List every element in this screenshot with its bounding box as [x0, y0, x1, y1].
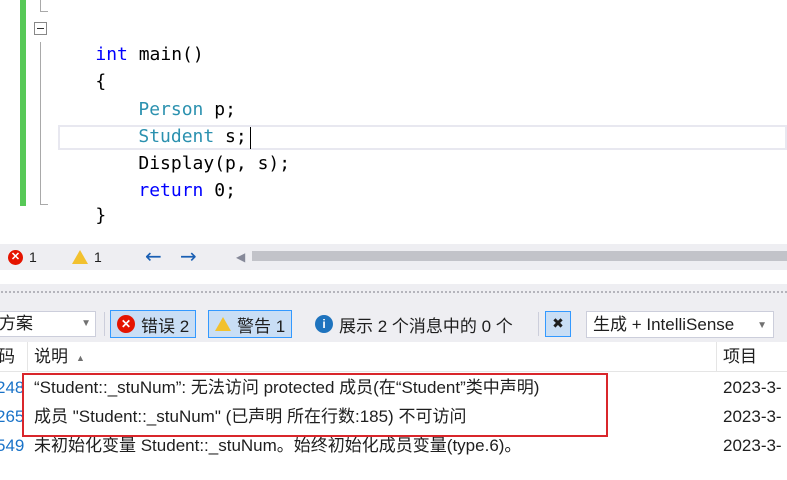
error-project: 2023-3-	[723, 378, 782, 397]
text-caret	[250, 127, 251, 149]
warning-count: 1	[94, 249, 102, 265]
scrollbar-thumb[interactable]	[252, 251, 787, 261]
code-line-main[interactable]: int main()	[52, 16, 203, 65]
chevron-down-icon: ▼	[81, 318, 91, 329]
column-header-description[interactable]: 说明 ▲	[34, 342, 85, 372]
change-tracking-bar	[20, 0, 26, 206]
warning-count-indicator[interactable]: 1	[72, 248, 102, 266]
error-circle-icon: ✕	[8, 249, 23, 265]
messages-label: 展示 2 个消息中的 0 个	[339, 316, 513, 336]
error-count: 1	[29, 249, 37, 265]
code-text: }	[95, 205, 107, 226]
scope-value: 方案	[0, 314, 33, 333]
keyword-return: return	[138, 180, 204, 201]
info-circle-icon: i	[315, 315, 333, 333]
collapse-toggle-icon[interactable]	[34, 22, 47, 35]
outline-guide-top-end	[40, 11, 48, 12]
code-editor[interactable]: int main() { Person p; Student s; Displa…	[0, 0, 787, 240]
navigate-back-icon[interactable]: ←	[145, 246, 162, 266]
annotation-highlight-box	[22, 373, 608, 437]
code-line-student[interactable]: Student s;	[95, 98, 246, 147]
warning-triangle-icon	[72, 250, 88, 264]
outline-guide-end	[40, 204, 48, 205]
outline-guide	[40, 42, 41, 205]
header-description-label: 说明	[34, 347, 68, 366]
error-count-indicator[interactable]: ✕ 1	[8, 248, 37, 266]
chevron-down-icon: ▼	[757, 320, 767, 331]
error-list-toolbar: 方案 ▼ ✕ 错误 2 警告 1 i 展示 2 个消息中的 0 个 ✖︎ 生成 …	[0, 300, 787, 342]
errors-filter-button[interactable]: ✕ 错误 2	[110, 310, 197, 338]
header-code-label: 码	[0, 347, 15, 366]
column-separator[interactable]	[27, 342, 28, 372]
code-line-close-brace[interactable]: }	[52, 177, 106, 226]
errors-label: 错误 2	[141, 316, 190, 336]
source-value: 生成 + IntelliSense	[593, 315, 735, 334]
code-line-person[interactable]: Person p;	[95, 71, 236, 120]
code-line-return[interactable]: return 0;	[95, 152, 236, 201]
table-header: 码 说明 ▲ 项目	[0, 342, 787, 372]
header-project-label: 项目	[723, 347, 757, 366]
scope-dropdown[interactable]: 方案 ▼	[0, 311, 96, 337]
messages-filter-button[interactable]: i 展示 2 个消息中的 0 个	[309, 310, 519, 338]
code-line-display[interactable]: Display(p, s);	[95, 125, 290, 174]
code-text: 0;	[203, 180, 236, 201]
error-project: 2023-3-	[723, 407, 782, 426]
column-header-code[interactable]: 码	[0, 342, 15, 372]
navigate-forward-icon[interactable]: →	[180, 246, 197, 266]
column-separator[interactable]	[716, 342, 717, 372]
warning-triangle-icon	[215, 317, 231, 331]
column-header-project[interactable]: 项目	[723, 342, 757, 372]
code-line-open-brace[interactable]: {	[52, 43, 106, 92]
error-circle-icon: ✕	[117, 315, 135, 333]
code-text: main()	[127, 44, 204, 65]
splitter-grip[interactable]	[0, 290, 787, 294]
warnings-label: 警告 1	[237, 316, 286, 336]
warnings-filter-button[interactable]: 警告 1	[208, 310, 293, 338]
error-project: 2023-3-	[723, 436, 782, 455]
filter-icon[interactable]: ✖︎	[545, 311, 571, 337]
toolbar-separator	[538, 312, 539, 336]
sort-ascending-icon: ▲	[76, 352, 85, 363]
source-dropdown[interactable]: 生成 + IntelliSense ▼	[586, 311, 774, 338]
scroll-left-icon[interactable]: ◀	[236, 250, 245, 264]
toolbar-separator	[104, 312, 105, 336]
